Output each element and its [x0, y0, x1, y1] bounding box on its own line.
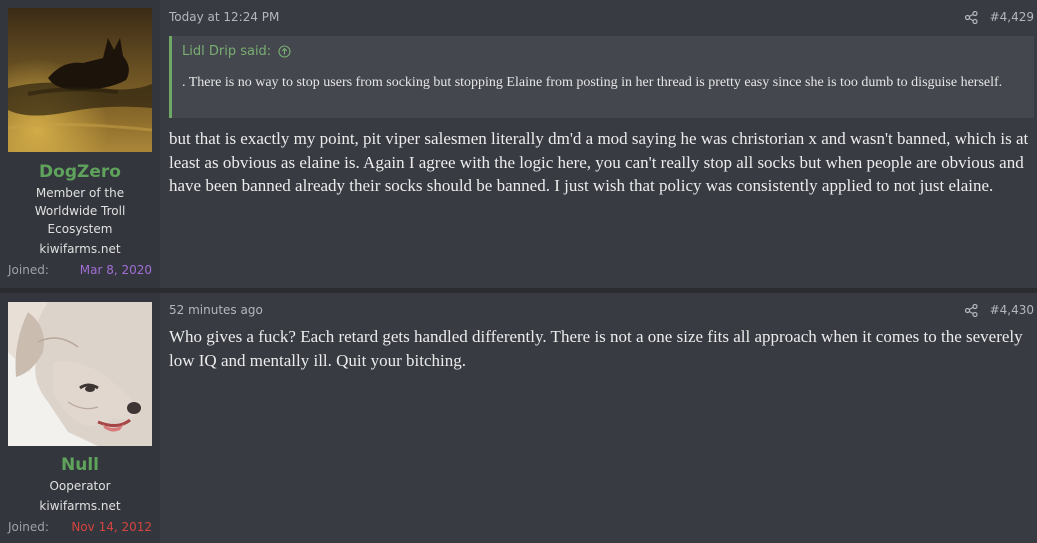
username[interactable]: DogZero — [0, 162, 160, 182]
user-title-line: Ecosystem — [47, 222, 113, 236]
quote-header[interactable]: Lidl Drip said: — [182, 44, 291, 59]
user-site: kiwifarms.net — [39, 499, 121, 513]
quote-text: . There is no way to stop users from soc… — [182, 75, 1003, 90]
post-4430: Null Ooperator kiwifarms.net Joined: Nov… — [0, 293, 1037, 543]
user-title-line: Worldwide Troll — [34, 204, 126, 218]
user-sidebar: Null Ooperator kiwifarms.net Joined: Nov… — [0, 293, 160, 543]
user-title-line: Ooperator — [49, 479, 111, 493]
post-main: Today at 12:24 PM #4,429 Lidl Drip said:… — [169, 0, 1037, 288]
post-message: but that is exactly my point, pit viper … — [169, 129, 1029, 195]
post-meta: 52 minutes ago #4,430 — [169, 303, 1037, 319]
quote-jump-icon[interactable] — [278, 45, 291, 58]
post-message: Who gives a fuck? Each retard gets handl… — [169, 327, 1023, 370]
user-title: Member of the Worldwide Troll Ecosystem … — [0, 184, 160, 258]
joined-label: Joined: — [8, 520, 49, 534]
user-title: Ooperator kiwifarms.net — [0, 477, 160, 515]
joined-date: Mar 8, 2020 — [79, 263, 152, 277]
avatar-null[interactable] — [8, 302, 152, 446]
share-icon[interactable] — [964, 303, 978, 317]
joined-date: Nov 14, 2012 — [71, 520, 152, 534]
post-number-link[interactable]: #4,430 — [990, 303, 1034, 317]
post-number-link[interactable]: #4,429 — [990, 10, 1034, 24]
post-timestamp[interactable]: Today at 12:24 PM — [169, 10, 279, 24]
user-sidebar: DogZero Member of the Worldwide Troll Ec… — [0, 0, 160, 288]
post-timestamp[interactable]: 52 minutes ago — [169, 303, 263, 317]
user-title-line: Member of the — [35, 186, 125, 200]
avatar-dogzero[interactable] — [8, 8, 152, 152]
username[interactable]: Null — [0, 455, 160, 475]
share-icon[interactable] — [964, 10, 978, 24]
joined-label: Joined: — [8, 263, 49, 277]
post-meta: Today at 12:24 PM #4,429 — [169, 10, 1037, 26]
quote-block: Lidl Drip said: . There is no way to sto… — [169, 36, 1034, 118]
user-site: kiwifarms.net — [39, 242, 121, 256]
post-4429: DogZero Member of the Worldwide Troll Ec… — [0, 0, 1037, 288]
post-main: 52 minutes ago #4,430 Who gives a fuck? … — [169, 293, 1037, 543]
quote-author[interactable]: Lidl Drip said: — [182, 44, 271, 59]
